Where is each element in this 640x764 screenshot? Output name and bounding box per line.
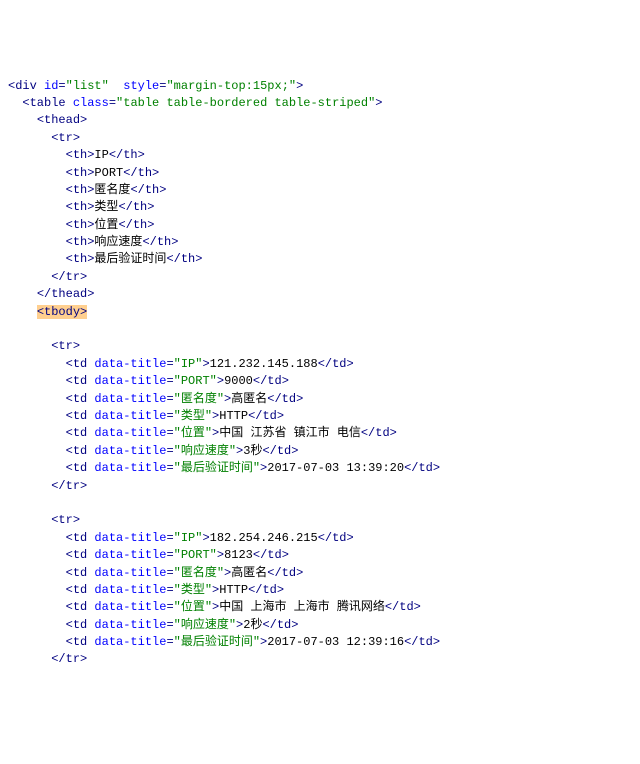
html-source-code: <div id="list" style="margin-top:15px;">… <box>8 78 640 669</box>
